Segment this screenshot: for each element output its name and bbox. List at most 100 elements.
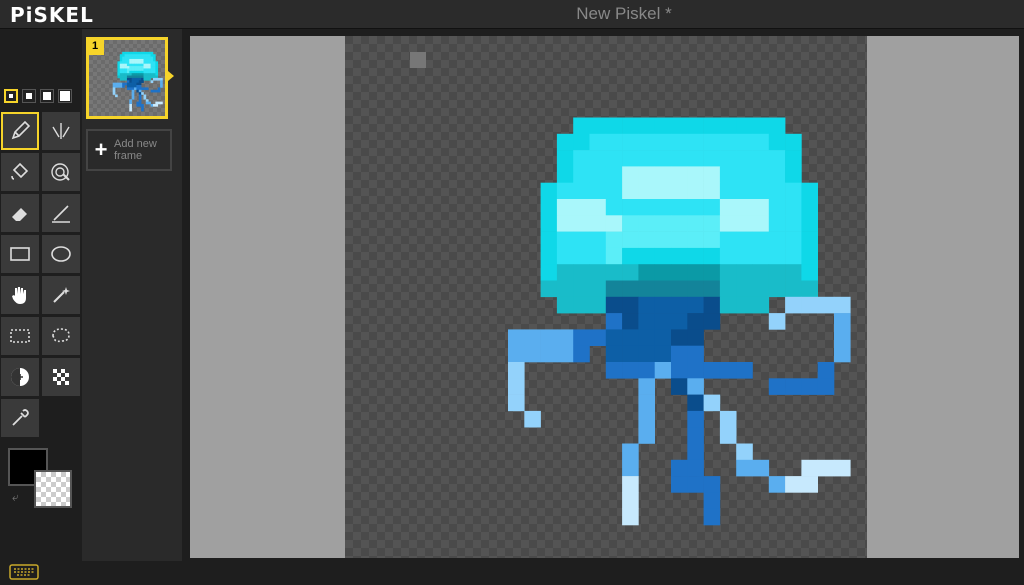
sprite-pixel [136,73,140,76]
sprite-pixel [124,58,128,62]
sprite-pixel [117,73,121,76]
sprite-pixel [160,101,163,105]
sprite-pixel [145,66,149,69]
mirror-pen-icon [52,123,70,139]
sprite-pixel [141,58,144,62]
sprite-pixel [622,247,639,265]
rectangle-selection-tool[interactable] [1,317,39,355]
sprite-pixel [508,394,525,412]
sprite-pixel [622,443,639,461]
sprite-pixel [117,70,121,74]
sprite-pixel [752,215,770,232]
color-picker-tool[interactable] [1,399,39,437]
sprite-pixel [131,85,135,88]
sprite-pixel [573,182,590,200]
stroke-tool[interactable] [42,194,80,232]
sprite-pixel [138,89,142,93]
sprite-pixel [152,75,156,79]
move-tool[interactable] [1,276,39,314]
vertical-mirror-pen-tool[interactable] [42,112,80,150]
sprite-pixel [143,51,147,55]
sprite-pixel [638,264,655,281]
sprite-pixel [622,345,639,363]
sprite-pixel [143,56,147,60]
pen-size-4[interactable] [58,89,72,103]
sprite-pixel [817,378,835,395]
sprite-pixel [736,215,753,232]
sprite-pixel [703,133,721,151]
dithering-tool[interactable] [42,358,80,396]
sprite-pixel [122,58,125,62]
sprite-pixel [671,199,688,216]
frame-thumbnail-1[interactable]: 1 [86,37,168,119]
sprite-pixel [148,61,151,64]
sprite-pixel [126,68,130,72]
lasso-selection-tool[interactable] [42,317,80,355]
sprite-pixel [145,61,149,64]
sprite-pixel [134,61,137,64]
sprite-pixel [138,85,142,88]
sprite-pixel [687,182,704,200]
sprite-pixel [143,66,147,69]
sprite-pixel [138,77,142,81]
shape-selection-tool[interactable] [42,276,80,314]
eraser-tool[interactable] [1,194,39,232]
sprite-pixel [141,77,144,81]
sprite-pixel [736,133,753,151]
sprite-pixel [126,51,130,55]
paint-all-same-color-tool[interactable] [42,153,80,191]
piskel-logo[interactable]: PiSKEL [10,3,94,27]
sprite-pixel [605,117,623,135]
sprite-pixel [141,70,144,74]
sprite-pixel [126,70,130,74]
sprite-pixel [150,58,154,62]
sprite-pixel [605,296,623,314]
sprite-pixel [134,77,137,81]
sprite-pixel [768,150,786,167]
sprite-pixel [160,82,163,86]
sprite-pixel [671,247,688,265]
ellipse-icon [51,246,71,262]
sprite-pixel [573,117,590,135]
sprite-pixel [131,73,135,76]
sprite-pixel [508,362,525,379]
keyboard-shortcuts-icon[interactable] [9,564,39,585]
sprite-pixel [556,231,574,249]
sprite-pixel [654,362,672,379]
sprite-pixel [622,199,639,216]
sprite-pixel [145,101,149,105]
sprite-pixel [638,378,655,395]
pixel-canvas[interactable] [345,36,867,558]
sprite-pixel [122,75,125,79]
sprite-pixel [148,51,151,55]
sprite-pixel [622,133,639,151]
sprite-pixel [112,92,116,95]
sprite-pixel [768,182,786,200]
sprite-pixel [129,61,132,64]
sprite-pixel [138,101,142,105]
sprite-pixel [117,85,121,88]
paint-bucket-tool[interactable] [1,153,39,191]
sprite-pixel [129,56,132,60]
pencil-icon [11,120,31,140]
circle-tool[interactable] [42,235,80,273]
secondary-color-swatch[interactable] [34,470,72,508]
pen-size-1[interactable] [4,89,18,103]
pen-size-2[interactable] [22,89,36,103]
pen-tool[interactable] [1,112,39,150]
sprite-pixel [671,362,688,379]
sprite-pixel [148,70,151,74]
lighten-tool[interactable] [1,358,39,396]
swap-colors-icon[interactable]: ⤶ [12,490,19,505]
sprite-pixel [752,264,770,281]
sprite-pixel [671,476,688,493]
sprite-pixel [131,92,135,95]
sprite-pixel [148,54,151,57]
sprite-pixel [736,166,753,183]
sprite-pixel [573,345,590,363]
pen-size-3[interactable] [40,89,54,103]
sprite-pixel [638,410,655,428]
add-new-frame-button[interactable]: + Add new frame [86,129,172,171]
rectangle-tool[interactable] [1,235,39,273]
sprite-pixel [136,103,140,107]
